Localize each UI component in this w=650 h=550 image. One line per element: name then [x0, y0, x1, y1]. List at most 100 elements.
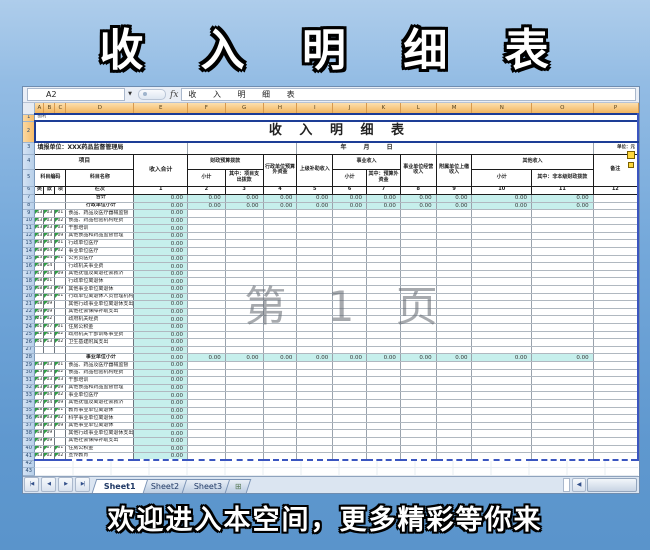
empty-cell[interactable]: [263, 392, 297, 400]
value-cell[interactable]: 0.00: [134, 301, 188, 309]
row-header[interactable]: 9: [23, 210, 35, 218]
column-header[interactable]: K: [367, 103, 401, 114]
subject-name-cell[interactable]: 食品、药品及医疗器械监督: [66, 361, 134, 369]
value-cell[interactable]: 0.00: [134, 422, 188, 430]
row-header[interactable]: 6: [23, 186, 35, 194]
empty-cell[interactable]: [333, 255, 367, 263]
value-cell[interactable]: 0.00: [472, 354, 532, 362]
empty-cell[interactable]: [225, 399, 263, 407]
empty-cell[interactable]: [225, 369, 263, 377]
empty-cell[interactable]: [532, 217, 594, 225]
empty-cell[interactable]: [188, 346, 226, 354]
value-cell[interactable]: 0.00: [134, 202, 188, 210]
empty-cell[interactable]: [400, 263, 436, 271]
empty-cell[interactable]: [333, 301, 367, 309]
empty-cell[interactable]: [263, 301, 297, 309]
empty-cell[interactable]: [188, 361, 226, 369]
header-subtotal[interactable]: 小计: [333, 169, 367, 186]
empty-cell[interactable]: [297, 278, 333, 286]
empty-cell[interactable]: [472, 248, 532, 256]
row-header[interactable]: 29: [23, 361, 35, 369]
empty-cell[interactable]: [436, 422, 472, 430]
empty-cell[interactable]: [297, 217, 333, 225]
empty-cell[interactable]: [333, 369, 367, 377]
empty-cell[interactable]: [188, 369, 226, 377]
value-cell[interactable]: 0.00: [297, 194, 333, 202]
empty-cell[interactable]: [188, 324, 226, 332]
empty-cell[interactable]: [188, 407, 226, 415]
row-header[interactable]: 22: [23, 308, 35, 316]
empty-cell[interactable]: [188, 316, 226, 324]
empty-cell[interactable]: [400, 339, 436, 347]
empty-cell[interactable]: [263, 346, 297, 354]
empty-cell[interactable]: [436, 384, 472, 392]
empty-cell[interactable]: [436, 255, 472, 263]
empty-cell[interactable]: [263, 407, 297, 415]
row-header[interactable]: 7: [23, 194, 35, 202]
column-header[interactable]: I: [297, 103, 333, 114]
code-cell[interactable]: 02: [55, 217, 66, 225]
code-cell[interactable]: 18: [35, 240, 44, 248]
empty-cell[interactable]: [436, 270, 472, 278]
row-header[interactable]: 36: [23, 415, 35, 423]
empty-cell[interactable]: [400, 437, 436, 445]
code-cell[interactable]: 13: [35, 453, 44, 461]
empty-cell[interactable]: [297, 286, 333, 294]
empty-cell[interactable]: [297, 240, 333, 248]
empty-cell[interactable]: [367, 384, 401, 392]
row-header[interactable]: 10: [23, 217, 35, 225]
row-header[interactable]: 26: [23, 339, 35, 347]
empty-cell[interactable]: [400, 399, 436, 407]
header-operating-income-group[interactable]: 事业收入: [333, 154, 401, 169]
code-cell[interactable]: 18: [35, 415, 44, 423]
subject-name-cell[interactable]: 住房公积金: [66, 445, 134, 453]
empty-cell[interactable]: [472, 210, 532, 218]
empty-cell[interactable]: [263, 286, 297, 294]
empty-cell[interactable]: [263, 232, 297, 240]
header-cat[interactable]: 类: [35, 186, 44, 194]
empty-cell[interactable]: [472, 399, 532, 407]
horizontal-scrollbar-thumb[interactable]: [587, 478, 637, 492]
empty-cell[interactable]: [436, 316, 472, 324]
code-cell[interactable]: 03: [44, 225, 55, 233]
empty-cell[interactable]: [436, 399, 472, 407]
empty-cell[interactable]: [225, 225, 263, 233]
empty-cell[interactable]: [367, 422, 401, 430]
value-cell[interactable]: 0.00: [263, 194, 297, 202]
empty-cell[interactable]: [188, 453, 226, 461]
empty-cell[interactable]: [532, 255, 594, 263]
empty-cell[interactable]: [472, 331, 532, 339]
empty-cell[interactable]: [188, 255, 226, 263]
empty-cell[interactable]: [297, 392, 333, 400]
value-cell[interactable]: 0.00: [134, 225, 188, 233]
empty-cell[interactable]: [367, 301, 401, 309]
empty-cell[interactable]: [367, 331, 401, 339]
empty-cell[interactable]: [400, 361, 436, 369]
empty-cell[interactable]: [263, 422, 297, 430]
empty-cell[interactable]: [532, 263, 594, 271]
empty-cell[interactable]: [400, 377, 436, 385]
code-cell[interactable]: 09: [55, 270, 66, 278]
empty-cell[interactable]: [472, 316, 532, 324]
subject-name-cell[interactable]: 其他行政事业单位离退休支出: [66, 430, 134, 438]
empty-cell[interactable]: [367, 392, 401, 400]
empty-cell[interactable]: [367, 210, 401, 218]
insert-worksheet-tab[interactable]: ⊞: [225, 479, 252, 493]
empty-cell[interactable]: [400, 308, 436, 316]
empty-cell[interactable]: [188, 422, 226, 430]
row-header[interactable]: 33: [23, 392, 35, 400]
empty-cell[interactable]: [297, 377, 333, 385]
column-header[interactable]: C: [55, 103, 66, 114]
empty-cell[interactable]: [225, 453, 263, 461]
header-sec[interactable]: 款: [44, 186, 55, 194]
code-cell[interactable]: 04: [44, 392, 55, 400]
row-header[interactable]: 37: [23, 422, 35, 430]
empty-cell[interactable]: [188, 430, 226, 438]
empty-cell[interactable]: [367, 324, 401, 332]
empty-cell[interactable]: [400, 232, 436, 240]
empty-cell[interactable]: [333, 331, 367, 339]
empty-cell[interactable]: [297, 263, 333, 271]
subtotal-name-cell[interactable]: 合计: [66, 194, 134, 202]
empty-cell[interactable]: [263, 240, 297, 248]
empty-cell[interactable]: [367, 445, 401, 453]
